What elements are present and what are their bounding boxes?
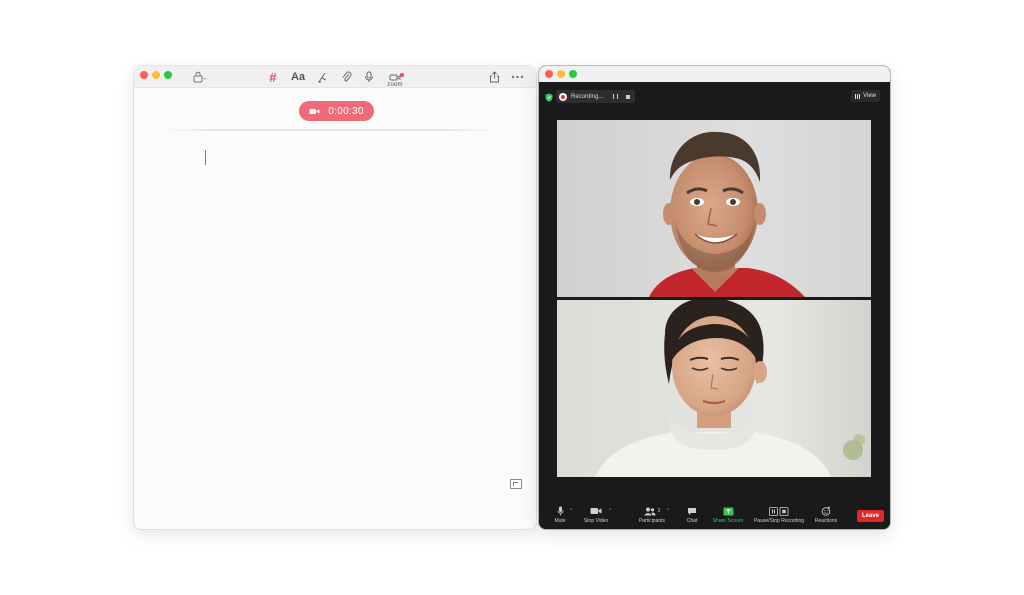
maximize-window-button[interactable] xyxy=(164,71,172,79)
microphone-icon xyxy=(556,506,564,516)
notes-toolbar: # Aa zoom xyxy=(134,66,536,88)
zoom-minimize-button[interactable] xyxy=(557,70,565,78)
text-cursor[interactable] xyxy=(205,150,206,165)
audio-options-chevron-icon[interactable]: ^ xyxy=(570,508,572,514)
recording-dot-icon xyxy=(559,92,567,101)
zoom-label: zoom xyxy=(387,82,403,88)
mute-button[interactable]: Mute xyxy=(549,506,571,524)
notes-window: # Aa zoom 0:00:30 xyxy=(134,66,536,529)
minimize-window-button[interactable] xyxy=(152,71,160,79)
title-divider xyxy=(160,129,500,131)
reactions-label: Reactions xyxy=(814,518,838,524)
text-format-label: Aa xyxy=(290,71,306,83)
share-screen-label: Share Screen xyxy=(712,518,744,524)
video-camera-icon xyxy=(590,508,602,514)
recording-timer-pill[interactable]: 0:00:30 xyxy=(299,101,374,121)
reactions-button[interactable]: Reactions xyxy=(811,506,841,524)
leave-meeting-button[interactable]: Leave xyxy=(857,510,884,522)
more-icon[interactable] xyxy=(510,69,524,85)
hashtag-icon[interactable]: # xyxy=(267,69,279,85)
video-options-chevron-icon[interactable]: ^ xyxy=(609,508,611,514)
zoom-close-button[interactable] xyxy=(545,70,553,78)
meeting-header: Recording... View xyxy=(539,82,890,104)
grid-view-icon xyxy=(855,93,861,99)
stop-video-button[interactable]: Stop Video xyxy=(580,506,612,524)
window-controls xyxy=(140,71,172,79)
video-camera-icon xyxy=(309,108,320,114)
chat-button[interactable]: Chat xyxy=(682,506,702,524)
expand-icon[interactable] xyxy=(510,479,522,489)
zoom-titlebar xyxy=(539,66,890,82)
attachment-icon[interactable] xyxy=(340,69,352,85)
zoom-label-wrap: zoom xyxy=(386,75,404,91)
zoom-maximize-button[interactable] xyxy=(569,70,577,78)
participants-count: 2 xyxy=(657,508,661,514)
leave-label: Leave xyxy=(861,513,879,519)
pause-stop-recording-label: Pause/Stop Recording xyxy=(753,518,805,524)
chat-label: Chat xyxy=(686,518,698,524)
participants-button[interactable]: 2 Participants xyxy=(635,506,669,524)
participant-video-tile[interactable] xyxy=(557,300,871,477)
participants-label: Participants xyxy=(638,518,666,524)
zoom-window-controls xyxy=(545,70,577,78)
mute-label: Mute xyxy=(554,518,566,524)
text-format-button[interactable]: Aa xyxy=(290,69,306,85)
sketch-icon[interactable] xyxy=(316,69,328,85)
view-button[interactable]: View xyxy=(851,90,880,102)
microphone-icon[interactable] xyxy=(363,69,375,85)
close-window-button[interactable] xyxy=(140,71,148,79)
chat-icon xyxy=(688,507,696,515)
reactions-icon xyxy=(821,506,831,516)
lock-icon[interactable] xyxy=(192,69,208,85)
share-screen-icon xyxy=(723,507,733,515)
participant-video-woman xyxy=(557,300,871,477)
participants-icon xyxy=(644,507,656,515)
stop-video-label: Stop Video xyxy=(583,518,609,524)
share-screen-button[interactable]: Share Screen xyxy=(709,506,747,524)
meeting-controls-bar: Mute ^ Stop Video ^ 2 Participants ^ Cha… xyxy=(539,501,890,529)
pause-stop-recording-icon xyxy=(769,506,789,516)
pause-recording-icon[interactable] xyxy=(613,94,619,99)
zoom-window: Recording... View Mute ^ Stop Video ^ 2 … xyxy=(539,66,890,529)
participant-video-man xyxy=(557,120,871,297)
share-icon[interactable] xyxy=(488,69,500,85)
view-label: View xyxy=(863,93,876,99)
participant-video-tile[interactable] xyxy=(557,120,871,297)
stop-recording-icon[interactable] xyxy=(626,94,631,99)
recording-timer: 0:00:30 xyxy=(328,105,364,117)
participants-options-chevron-icon[interactable]: ^ xyxy=(667,508,669,514)
security-shield-icon[interactable] xyxy=(545,93,553,102)
recording-indicator[interactable]: Recording... xyxy=(556,90,636,103)
pause-stop-recording-button[interactable]: Pause/Stop Recording xyxy=(749,506,809,524)
recording-label: Recording... xyxy=(571,93,604,100)
